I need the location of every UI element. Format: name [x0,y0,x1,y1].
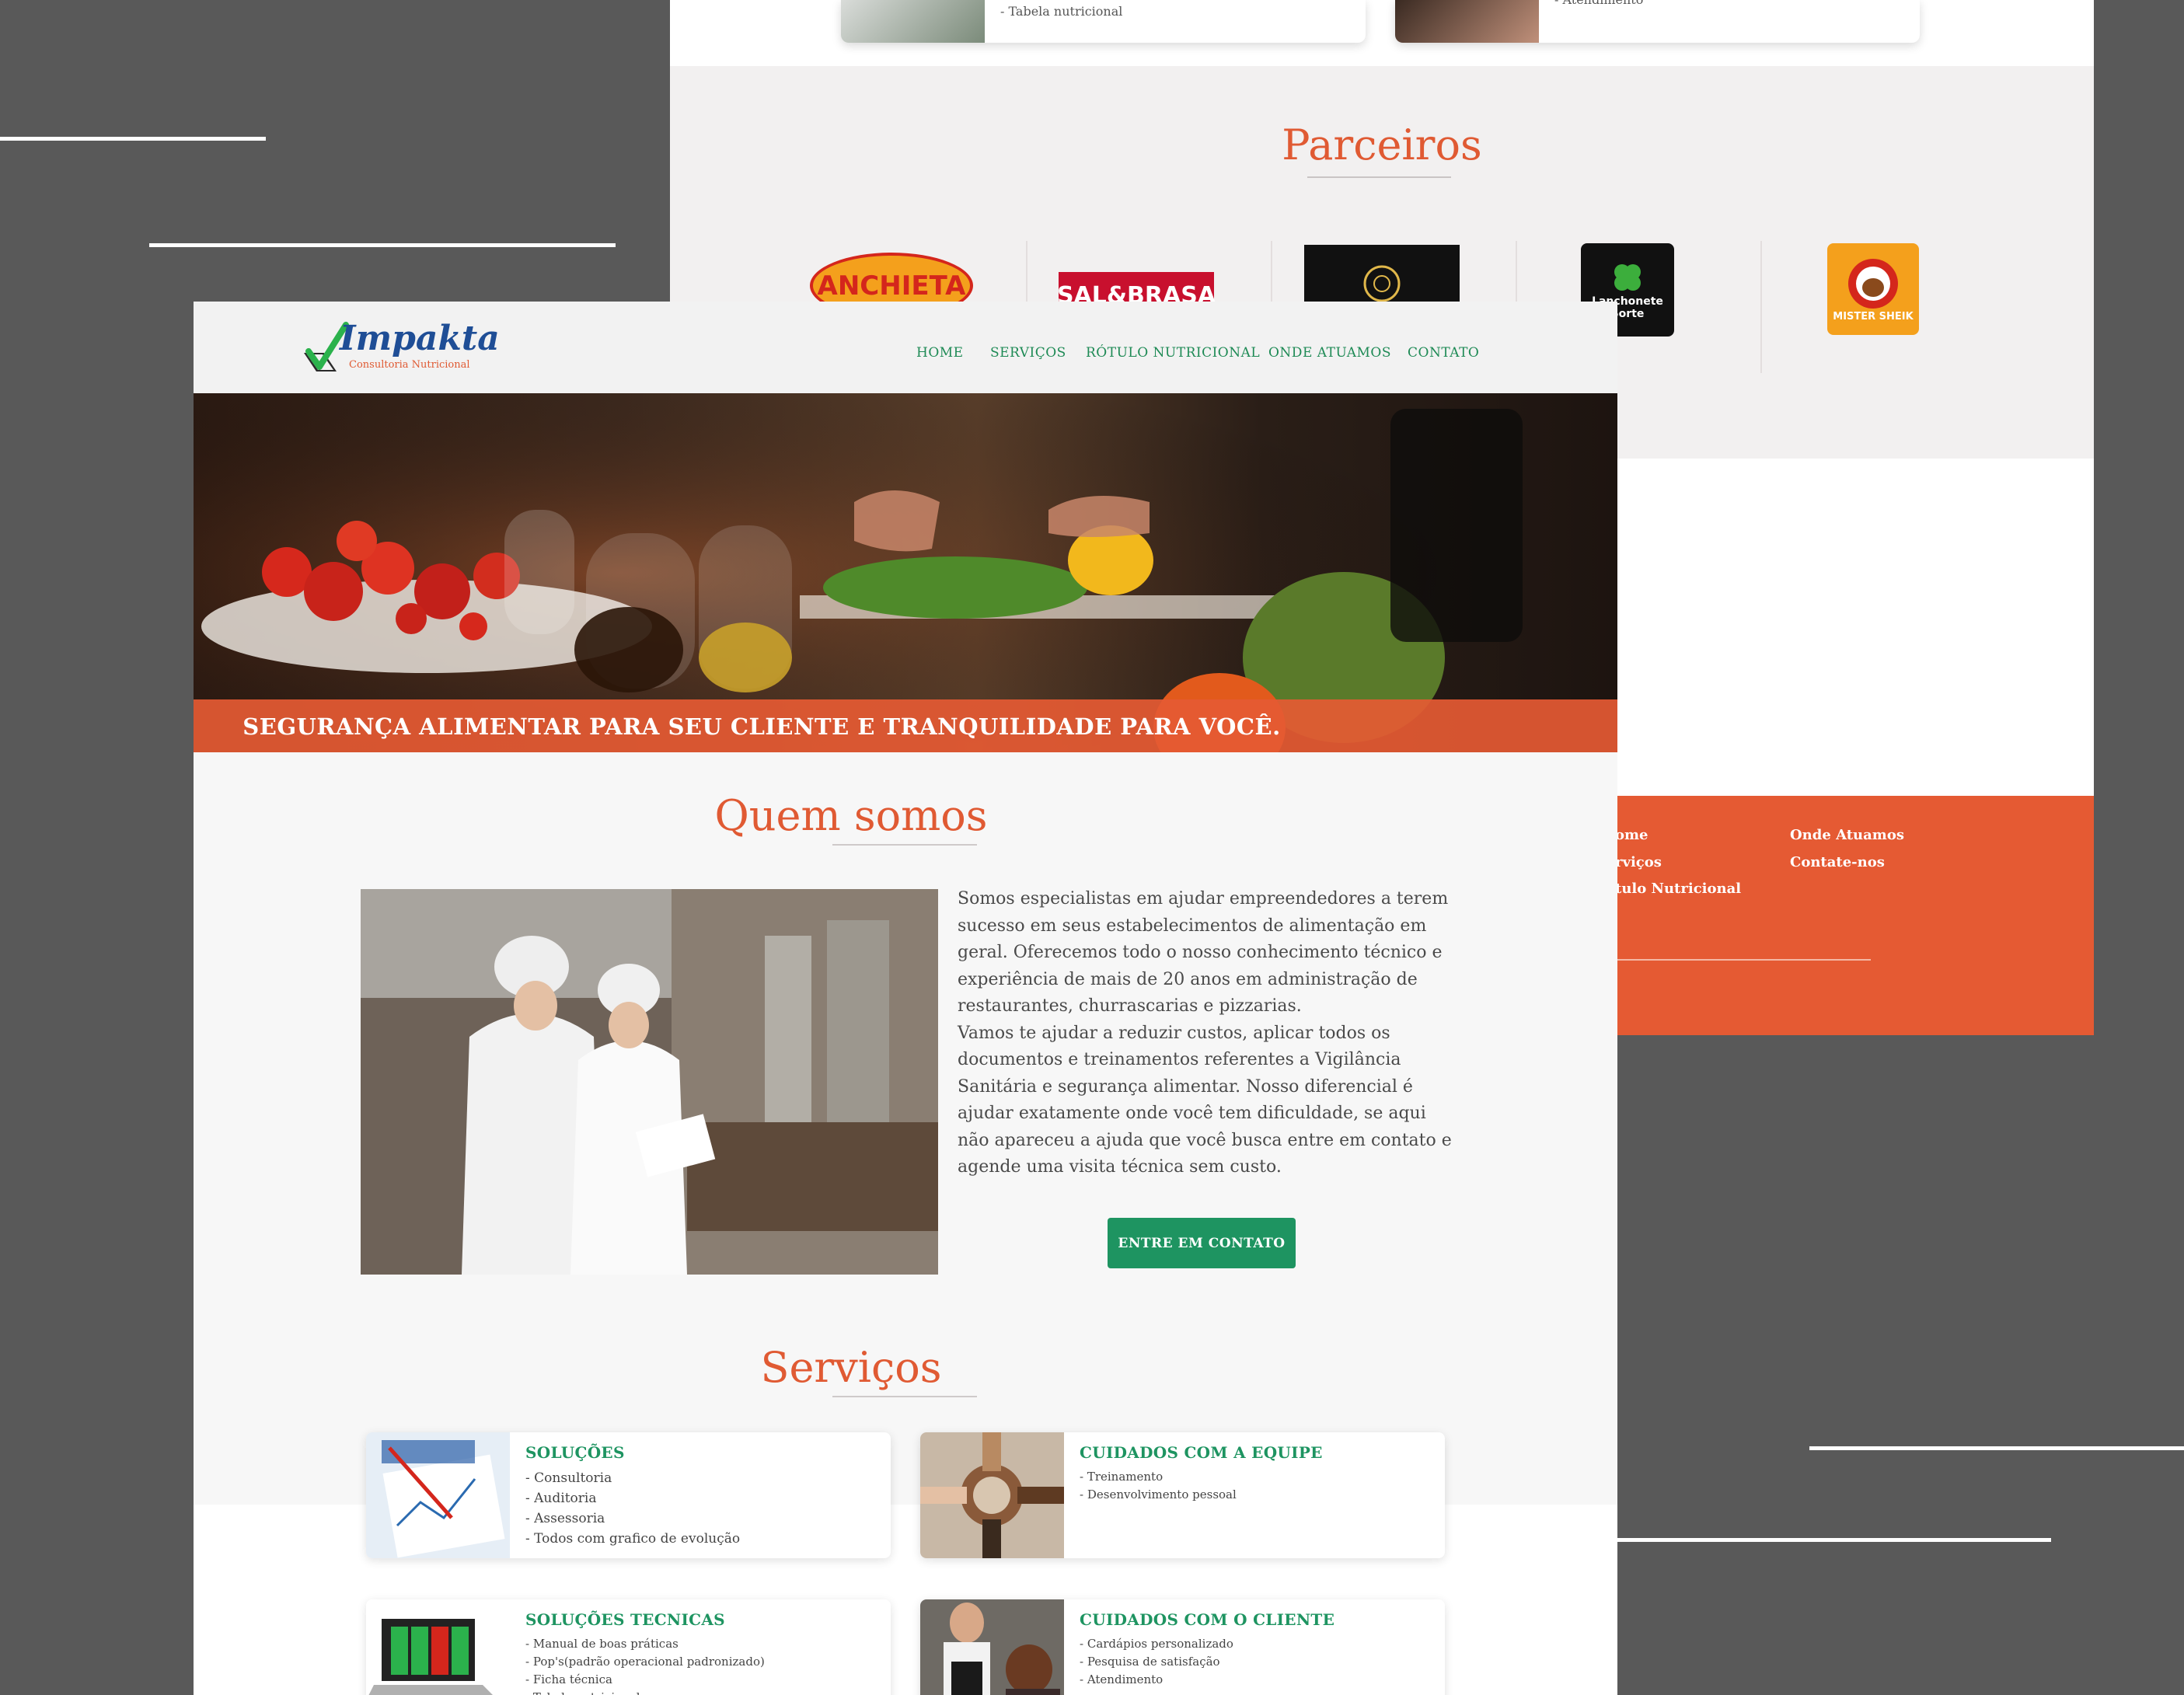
card-thumbnail [841,0,985,43]
hero-food-image [194,393,1617,752]
front-page-screenshot: Impakta Consultoria Nutricional HOME SER… [194,302,1617,1695]
waiter-customer-image [920,1599,1064,1695]
footer-divider [1603,959,1871,961]
services-title: Serviços [760,1343,942,1392]
back-services-strip: - Tabela nutricional - Atendimento [670,0,2094,66]
footer-link[interactable]: Contate-nos [1790,854,1885,870]
decorative-line [1616,1538,2051,1542]
service-card-solucoes[interactable]: SOLUÇÕES - Consultoria - Auditoria - Ass… [366,1432,891,1558]
partner-logo-mister-sheik[interactable]: MISTER SHEIK [1827,243,1919,335]
title-underline [832,844,977,846]
service-item: - Desenvolvimento pessoal [1080,1487,1237,1501]
contact-cta-button[interactable]: ENTRE EM CONTATO [1108,1218,1296,1268]
service-item: - Manual de boas práticas [525,1637,679,1651]
service-item: - Atendimento [1080,1672,1164,1686]
service-item: - Ficha técnica [525,1672,612,1686]
about-photo [361,889,938,1275]
back-service-card: - Tabela nutricional [841,0,1366,43]
nav-onde-atuamos[interactable]: ONDE ATUAMOS [1268,345,1391,361]
card-item: - Atendimento [1554,0,1643,7]
clover-icon [1614,264,1641,291]
service-list: - Cardápios personalizado - Pesquisa de … [1080,1635,1233,1689]
service-card-cliente[interactable]: CUIDADOS COM O CLIENTE - Cardápios perso… [920,1599,1445,1695]
partners-title: Parceiros [1282,120,1482,169]
logo-brand: Impakta [340,319,500,358]
nav-home[interactable]: HOME [916,345,964,361]
service-item: - Auditoria [525,1491,597,1506]
service-list: - Manual de boas práticas - Pop's(padrão… [525,1635,765,1695]
footer-link[interactable]: Onde Atuamos [1790,827,1904,843]
service-thumbnail [366,1599,510,1695]
decorative-line [0,137,266,141]
nav-contato[interactable]: CONTATO [1408,345,1479,361]
service-title: SOLUÇÕES [525,1443,625,1462]
nav-servicos[interactable]: SERVIÇOS [990,345,1066,361]
decorative-line [1809,1446,2184,1450]
title-underline [832,1396,977,1397]
partner-name: MISTER SHEIK [1833,310,1914,323]
hero-tagline: SEGURANÇA ALIMENTAR PARA SEU CLIENTE E T… [242,713,1281,740]
footer-link[interactable]: ome [1615,827,1648,843]
service-title: CUIDADOS COM A EQUIPE [1080,1443,1323,1462]
site-header: Impakta Consultoria Nutricional HOME SER… [194,302,1617,393]
service-card-equipe[interactable]: CUIDADOS COM A EQUIPE - Treinamento - De… [920,1432,1445,1558]
service-list: - Treinamento - Desenvolvimento pessoal [1080,1468,1237,1504]
decorative-line [149,243,616,247]
card-item: - Tabela nutricional [1000,4,1123,19]
mascot-icon [1848,258,1898,309]
logo-subtitle: Consultoria Nutricional [349,359,470,371]
service-thumbnail [920,1432,1064,1558]
about-title: Quem somos [714,791,988,840]
service-list: - Consultoria - Auditoria - Assessoria -… [525,1468,740,1549]
service-item: - Tabela nutricional [525,1689,765,1695]
service-title: SOLUÇÕES TECNICAS [525,1610,725,1629]
service-item: - Treinamento [1080,1470,1164,1484]
service-title: CUIDADOS COM O CLIENTE [1080,1610,1335,1629]
about-paragraph: Somos especialistas em ajudar empreended… [958,889,1449,1016]
team-hands-image [920,1432,1064,1558]
service-item: - Consultoria [525,1470,612,1486]
partner-emblem-icon [1363,265,1401,302]
paperwork-image [366,1432,510,1558]
service-thumbnail [366,1432,510,1558]
service-item: - Pop's(padrão operacional padronizado) [525,1655,765,1669]
service-item: - Cardápios personalizado [1080,1637,1233,1651]
about-description: Somos especialistas em ajudar empreended… [958,886,1455,1181]
laptop-binders-image [366,1599,510,1695]
card-thumbnail [1395,0,1539,43]
about-paragraph: Vamos te ajudar a reduzir custos, aplica… [958,1023,1452,1177]
footer-link[interactable]: rviços [1615,854,1662,870]
service-thumbnail [920,1599,1064,1695]
service-card-solucoes-tecnicas[interactable]: SOLUÇÕES TECNICAS - Manual de boas práti… [366,1599,891,1695]
factory-workers-image [361,889,938,1275]
service-item: - Assessoria [525,1511,605,1526]
back-service-card: - Atendimento [1395,0,1920,43]
service-item: - Todos com grafico de evolução [525,1531,741,1547]
hero-banner: SEGURANÇA ALIMENTAR PARA SEU CLIENTE E T… [194,393,1617,752]
footer-link[interactable]: tulo Nutricional [1615,881,1741,897]
nav-rotulo-nutricional[interactable]: RÓTULO NUTRICIONAL [1086,345,1260,361]
hero-tagline-bar: SEGURANÇA ALIMENTAR PARA SEU CLIENTE E T… [194,699,1617,752]
title-underline [1307,176,1451,178]
site-logo[interactable]: Impakta Consultoria Nutricional [301,319,500,381]
service-item: - Pesquisa de satisfação [1080,1655,1220,1669]
